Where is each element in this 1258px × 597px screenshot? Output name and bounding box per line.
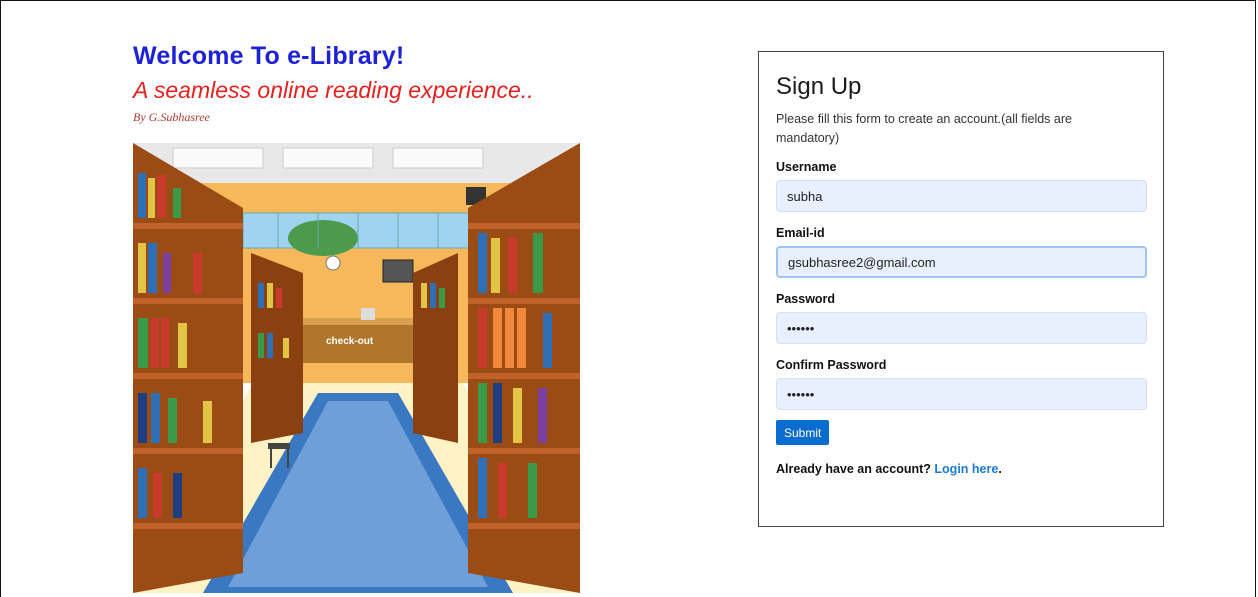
- library-illustration: check-out: [133, 143, 580, 593]
- login-prompt: Already have an account?: [776, 462, 931, 476]
- welcome-heading: Welcome To e-Library!: [133, 42, 405, 70]
- password-input[interactable]: [776, 312, 1147, 344]
- login-link[interactable]: Login here: [934, 462, 998, 476]
- confirm-password-label: Confirm Password: [776, 358, 887, 372]
- signup-card: Sign Up Please fill this form to create …: [758, 51, 1164, 527]
- password-label: Password: [776, 292, 836, 306]
- confirm-password-input[interactable]: [776, 378, 1147, 410]
- tagline: A seamless online reading experience..: [133, 77, 534, 103]
- login-suffix: .: [998, 462, 1002, 476]
- submit-button[interactable]: Submit: [776, 420, 830, 445]
- username-label: Username: [776, 160, 837, 174]
- email-label: Email-id: [776, 226, 825, 240]
- username-input[interactable]: [776, 180, 1147, 212]
- signup-intro: Please fill this form to create an accou…: [776, 112, 1072, 145]
- login-prompt-line: Already have an account? Login here.: [776, 462, 1146, 476]
- byline: By G.Subhasree: [133, 110, 210, 124]
- illustration-checkout-label: check-out: [326, 336, 374, 347]
- email-input[interactable]: [776, 246, 1147, 278]
- signup-title: Sign Up: [776, 73, 862, 100]
- hero-section: Welcome To e-Library! A seamless online …: [133, 40, 583, 125]
